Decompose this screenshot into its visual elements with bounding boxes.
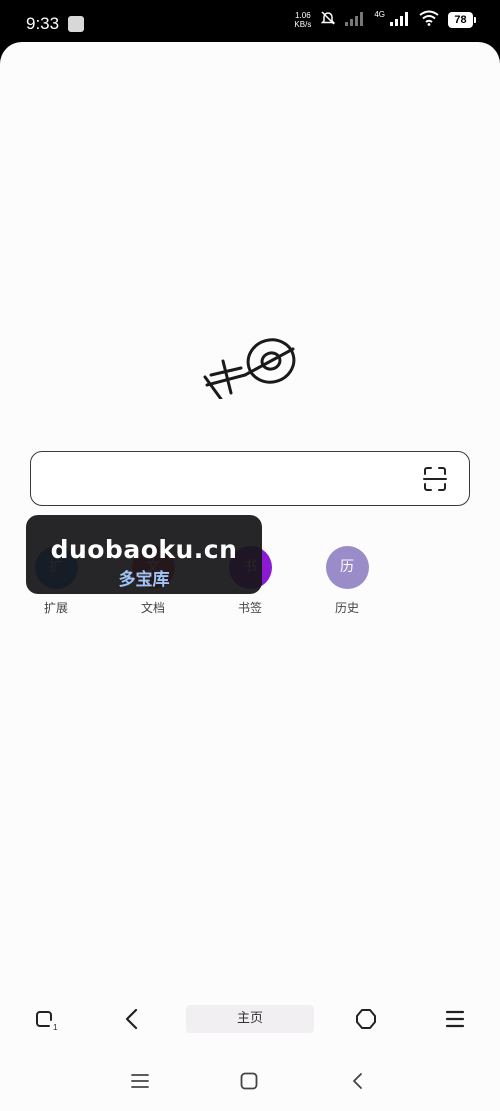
shortcut-label: 文档	[140, 601, 165, 615]
shortcut-label: 扩展	[43, 601, 68, 615]
status-right-group: 1.06 KB/s 4G 78	[294, 10, 476, 30]
shortcut-label: 历史	[334, 601, 359, 615]
hexagon-icon	[356, 1009, 376, 1029]
back-icon	[353, 1073, 362, 1089]
app-notification-icon	[68, 16, 84, 32]
back-button[interactable]	[117, 1004, 147, 1034]
system-back-button[interactable]	[345, 1068, 371, 1094]
search-input[interactable]	[47, 466, 417, 492]
shortcut-label: 书签	[237, 601, 262, 615]
net-speed-unit: KB/s	[294, 20, 312, 29]
search-bar[interactable]	[30, 451, 470, 506]
back-icon	[125, 1008, 138, 1030]
recents-button[interactable]	[127, 1068, 153, 1094]
app-logo	[201, 333, 301, 403]
watermark-subtext: 多宝库	[118, 570, 170, 590]
wifi-icon	[419, 10, 439, 30]
screen: 9:33 1.06 KB/s 4G 78 扩展 文档 书签 历 历史 duoba…	[0, 0, 500, 1111]
tab-count: 1	[53, 1023, 58, 1032]
mute-icon	[320, 10, 336, 30]
status-bar: 9:33 1.06 KB/s 4G 78	[0, 0, 500, 44]
bottom-toolbar: 1 主页	[0, 996, 500, 1044]
hexagon-button[interactable]	[351, 1004, 381, 1034]
system-nav-bar	[0, 1064, 500, 1100]
recents-icon	[131, 1074, 149, 1088]
system-home-button[interactable]	[236, 1068, 262, 1094]
menu-icon	[445, 1010, 465, 1028]
battery-icon: 78	[448, 12, 476, 28]
scan-icon[interactable]	[423, 466, 447, 496]
tabs-icon: 1	[36, 1011, 58, 1032]
shortcut-history[interactable]: 历 历史	[317, 546, 377, 616]
tabs-button[interactable]: 1	[30, 1004, 60, 1034]
signal-icon-2	[390, 11, 410, 30]
net-speed: 1.06 KB/s	[294, 11, 311, 29]
history-icon: 历	[325, 546, 369, 589]
signal-icon	[345, 11, 365, 30]
network-type: 4G	[374, 9, 385, 19]
watermark-overlay: duobaoku.cn 多宝库	[26, 515, 262, 594]
home-icon	[240, 1072, 258, 1090]
menu-button[interactable]	[440, 1004, 470, 1034]
net-speed-value: 1.06	[295, 11, 311, 20]
home-button[interactable]: 主页	[186, 1005, 314, 1033]
status-time: 9:33	[26, 14, 60, 33]
watermark-text: duobaoku.cn	[50, 535, 238, 564]
battery-level: 78	[448, 12, 473, 28]
battery-tip	[474, 17, 476, 23]
